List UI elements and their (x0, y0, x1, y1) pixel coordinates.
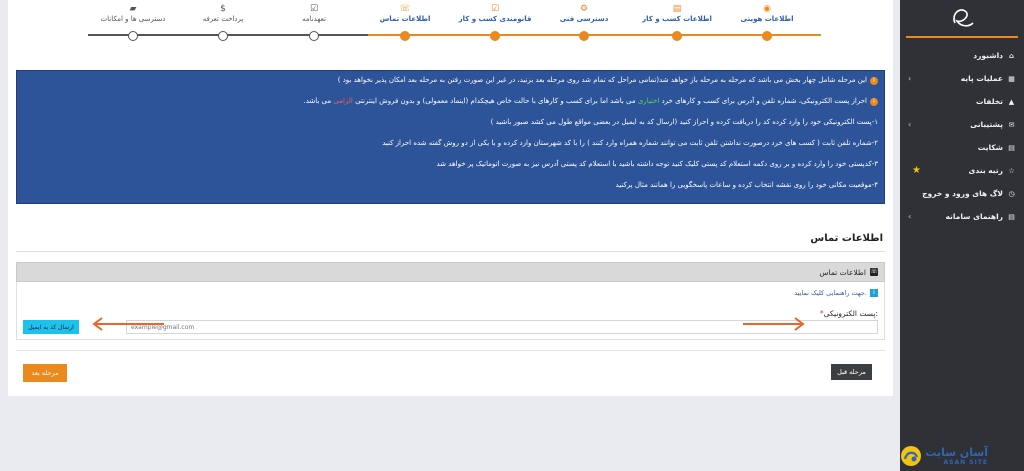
email-label: *پست الکترونیکی: (819, 309, 878, 318)
document-icon: ▤ (672, 4, 682, 14)
info-icon: i (870, 289, 878, 297)
chat-icon: ✉ (1008, 120, 1015, 129)
next-step-button[interactable]: مرحله بعد (23, 364, 67, 382)
panel-title: اطلاعات تماس (819, 267, 866, 277)
sidebar-menu: ⌂ داشبورد ▦ عملیات پایه ‹ ▲ تخلفات ✉ پشت… (900, 44, 1024, 228)
step-dot (762, 31, 772, 41)
folder-icon: ▰ (129, 4, 137, 14)
sidebar-item-ranking[interactable]: ☆ رتبه بندی ★ (900, 159, 1024, 182)
step-identity[interactable]: ◉ اطلاعات هویتی (722, 4, 812, 41)
document-icon: ▤ (1008, 143, 1015, 152)
pledge-icon: ☑ (309, 4, 319, 14)
step-technical-access[interactable]: ⚙ دسترسی فنی (539, 4, 629, 41)
step-contact-info[interactable]: ☏ اطلاعات تماس (360, 4, 450, 41)
step-label: پرداخت تعرفه (202, 15, 244, 23)
sidebar: ⌂ داشبورد ▦ عملیات پایه ‹ ▲ تخلفات ✉ پشت… (900, 0, 1024, 471)
arrow-right-icon (743, 317, 805, 331)
info-icon: i (870, 77, 878, 85)
sidebar-item-system-guide[interactable]: ▤ راهنمای سامانه ‹ (900, 205, 1024, 228)
sidebar-item-base-operations[interactable]: ▦ عملیات پایه ‹ (900, 67, 1024, 90)
instruction-line: ۱-پست الکترونیکی خود را وارد کرده کد را … (490, 118, 878, 126)
step-dot (128, 31, 138, 41)
divider (16, 251, 885, 252)
clock-icon: ◷ (1008, 189, 1015, 198)
previous-step-button[interactable]: مرحله قبل (831, 364, 872, 380)
contact-panel-body: i جهت راهنمایی کلیک نمایید. *پست الکترون… (16, 282, 885, 340)
step-dot (672, 31, 682, 41)
step-label: قانومندی کسب و کار (458, 15, 532, 23)
brand-logo: آسان سایت ASAN SITE (900, 445, 988, 467)
instruction-line: iاین مرحله شامل چهار بخش می باشد که مرحل… (23, 75, 878, 85)
step-business-legality[interactable]: ☑ قانومندی کسب و کار (450, 4, 540, 41)
instructions-box: iاین مرحله شامل چهار بخش می باشد که مرحل… (16, 70, 885, 204)
step-dot (579, 31, 589, 41)
brand-icon (901, 446, 922, 466)
step-label: دسترسی فنی (559, 15, 609, 23)
chevron-left-icon: ‹ (908, 120, 912, 129)
phone-icon: ☏ (399, 4, 411, 14)
step-pledge[interactable]: ☑ تعهدنامه (269, 4, 359, 41)
step-dot (309, 31, 319, 41)
gears-icon: ⚙ (579, 4, 589, 14)
chevron-left-icon: ‹ (908, 212, 912, 221)
step-label: دسترسی ها و امکانات (100, 15, 166, 23)
sidebar-item-violations[interactable]: ▲ تخلفات (900, 90, 1024, 113)
user-icon: ◉ (763, 4, 771, 14)
checkbox-icon: ☑ (490, 4, 500, 14)
section-title: اطلاعات تماس (810, 233, 883, 244)
contact-panel-header: اطلاعات تماس ☏ (16, 262, 885, 282)
guide-link[interactable]: i جهت راهنمایی کلیک نمایید. (794, 289, 878, 297)
grid-icon: ▦ (1008, 74, 1015, 83)
brand-name-latin: ASAN SITE (943, 459, 988, 466)
sidebar-item-login-logs[interactable]: ◷ لاگ های ورود و خروج (900, 182, 1024, 205)
wizard-stepper: ◉ اطلاعات هویتی ▤ اطلاعات کسب و کار ⚙ دس… (8, 0, 893, 50)
guide-text: جهت راهنمایی کلیک نمایید. (794, 289, 867, 297)
home-icon: ⌂ (1008, 51, 1014, 60)
required-highlight: الزامی (333, 97, 353, 105)
step-payment[interactable]: $ پرداخت تعرفه (178, 4, 268, 41)
chevron-left-icon: ‹ (908, 74, 912, 83)
warning-icon: ▲ (1008, 97, 1015, 106)
step-business-info[interactable]: ▤ اطلاعات کسب و کار (632, 4, 722, 41)
instruction-line: ۴-موقعیت مکانی خود را روی نقشه انتخاب کر… (615, 181, 878, 189)
info-icon: i (870, 98, 878, 106)
send-code-button[interactable]: ارسال کد به ایمیل (23, 320, 79, 334)
instruction-line: iاحراز پست الکترونیکی، شماره تلفن و آدرس… (23, 96, 878, 106)
step-dot (490, 31, 500, 41)
step-label: اطلاعات هویتی (740, 15, 794, 23)
sidebar-item-support[interactable]: ✉ پشتیبانی ‹ (900, 113, 1024, 136)
sidebar-item-complaint[interactable]: ▤ شکایت (900, 136, 1024, 159)
file-icon: ▤ (1008, 212, 1015, 221)
arrow-left-icon (92, 317, 164, 331)
logo-icon (953, 9, 974, 27)
step-dot (400, 31, 410, 41)
sidebar-item-dashboard[interactable]: ⌂ داشبورد (900, 44, 1024, 67)
instruction-line: ۳-کدپستی خود را وارد کرده و بر روی دکمه … (436, 160, 879, 168)
instruction-line: ۲-شماره تلفن ثابت ( کسب های خرد درصورت ن… (382, 139, 878, 147)
logo (906, 0, 1018, 38)
step-label: اطلاعات کسب و کار (642, 15, 712, 23)
dollar-icon: $ (220, 4, 226, 14)
step-label: اطلاعات تماس (379, 15, 431, 23)
step-access-features[interactable]: ▰ دسترسی ها و امکانات (88, 4, 178, 41)
step-dot (218, 31, 228, 41)
main-panel: ◉ اطلاعات هویتی ▤ اطلاعات کسب و کار ⚙ دس… (8, 0, 893, 396)
divider (16, 350, 885, 351)
star-icon: ★ (912, 165, 921, 176)
optional-highlight: اختیاری (637, 97, 660, 105)
step-label: تعهدنامه (302, 15, 326, 23)
star-outline-icon: ☆ (1008, 166, 1015, 175)
phone-icon: ☏ (870, 268, 878, 276)
brand-name: آسان سایت (925, 446, 988, 459)
